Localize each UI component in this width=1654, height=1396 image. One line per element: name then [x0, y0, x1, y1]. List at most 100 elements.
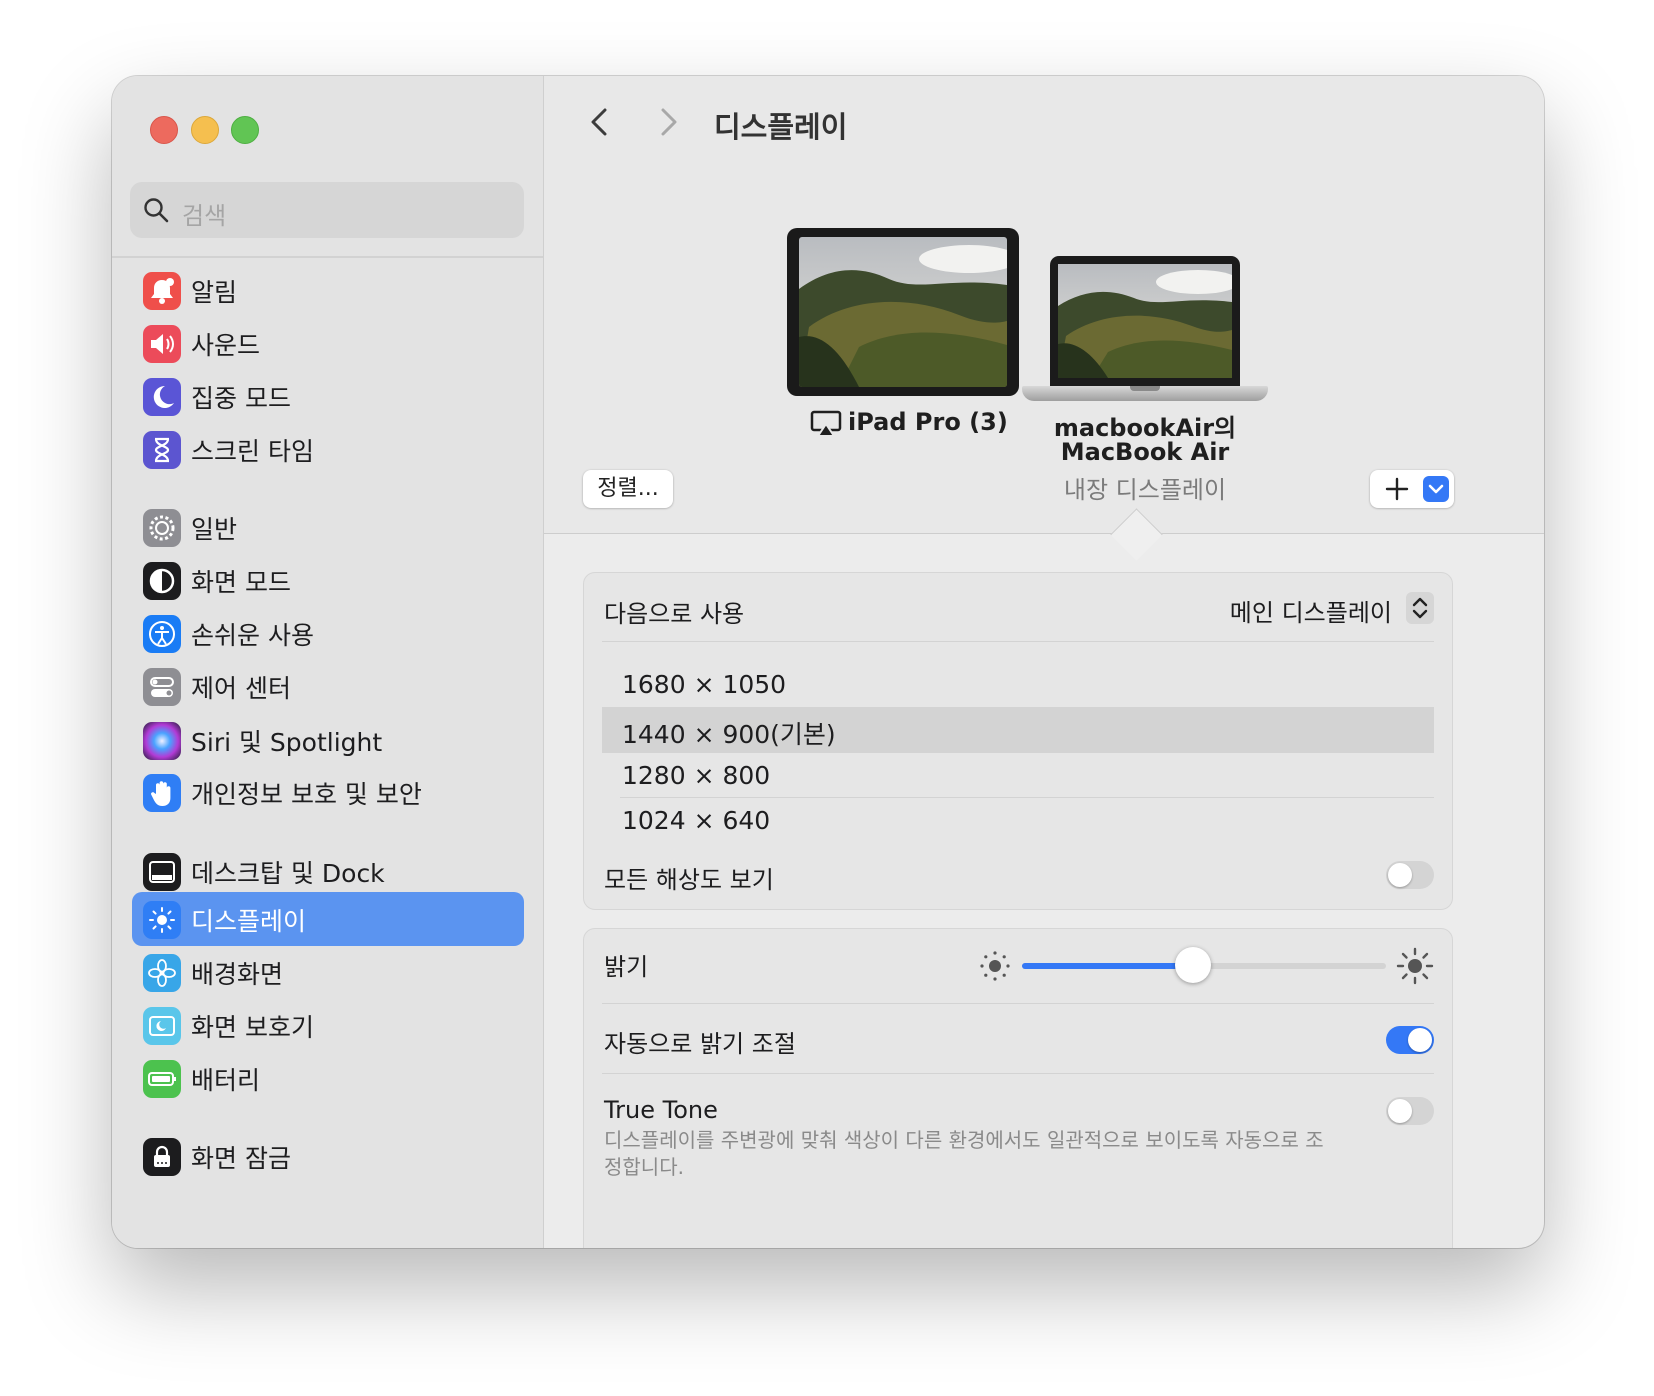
sun-icon [143, 901, 181, 939]
macbook-wallpaper [1058, 264, 1232, 378]
sidebar: 검색 알림 사운드 집중 모드 스크린 타임 일반 화면 모드 손쉬운 사용 제… [112, 76, 544, 1248]
minimize-window-button[interactable] [191, 116, 219, 144]
sidebar-item-label: 화면 모드 [191, 568, 291, 597]
accessibility-icon [143, 615, 181, 653]
resolution-option[interactable]: 1680 × 1050 [602, 662, 1434, 708]
sidebar-item-displays[interactable]: 디스플레이 [132, 892, 524, 946]
resolution-option[interactable]: 1024 × 640 [602, 798, 1434, 844]
ipad-name: iPad Pro (3) [848, 408, 1008, 436]
brightness-label: 밝기 [604, 953, 649, 981]
system-settings-window: 검색 알림 사운드 집중 모드 스크린 타임 일반 화면 모드 손쉬운 사용 제… [112, 76, 1544, 1248]
use-as-popup-button[interactable] [1406, 592, 1434, 624]
resolution-option[interactable]: 1280 × 800 [602, 753, 1434, 799]
lock-icon [143, 1138, 181, 1176]
search-icon [144, 198, 169, 223]
sidebar-item-label: 사운드 [191, 331, 261, 360]
sidebar-item-privacy-security[interactable]: 개인정보 보호 및 보안 [132, 765, 524, 819]
sidebar-item-desktop-dock[interactable]: 데스크탑 및 Dock [132, 844, 524, 898]
sidebar-item-notifications[interactable]: 알림 [132, 263, 524, 317]
siri-icon [143, 722, 181, 760]
row-separator [602, 1073, 1434, 1074]
sidebar-item-label: 알림 [191, 278, 238, 307]
sidebar-item-label: Siri 및 Spotlight [191, 728, 383, 757]
add-display-menu-button[interactable] [1423, 476, 1449, 502]
brightness-high-icon [1396, 947, 1434, 985]
zoom-window-button[interactable] [231, 116, 259, 144]
arrangement-divider [544, 533, 1544, 534]
brightness-slider[interactable] [1022, 947, 1386, 983]
search-input[interactable]: 검색 [130, 182, 524, 238]
arrange-button[interactable]: 정렬... [583, 470, 673, 508]
page-title: 디스플레이 [714, 110, 848, 144]
sidebar-item-screen-saver[interactable]: 화면 보호기 [132, 998, 524, 1052]
resolution-option-selected[interactable]: 1440 × 900(기본) [602, 707, 1434, 753]
sidebar-item-label: 데스크탑 및 Dock [191, 859, 385, 888]
ipad-display-thumbnail[interactable] [787, 228, 1019, 396]
screensaver-icon [143, 1007, 181, 1045]
brightness-low-icon [980, 951, 1010, 981]
brightness-card: 밝기 자동으로 밝기 조절 True Tone 디스플레이를 주변광에 맞춰 색… [583, 928, 1453, 1248]
sidebar-item-lock-screen[interactable]: 화면 잠금 [132, 1129, 524, 1183]
bell-icon [143, 272, 181, 310]
main-panel: 디스플레이 iPad Pro (3) macbookAir의 MacBook A… [544, 76, 1544, 1248]
show-all-resolutions-toggle[interactable] [1386, 861, 1434, 889]
sidebar-item-battery[interactable]: 배터리 [132, 1051, 524, 1105]
sidebar-item-siri-spotlight[interactable]: Siri 및 Spotlight [132, 713, 524, 767]
appearance-icon [143, 562, 181, 600]
chevron-down-icon [1428, 484, 1444, 494]
auto-brightness-label: 자동으로 밝기 조절 [604, 1030, 796, 1058]
battery-icon [143, 1060, 181, 1098]
show-all-resolutions-label: 모든 해상도 보기 [604, 866, 774, 894]
forward-icon[interactable] [650, 104, 686, 140]
row-separator [602, 1003, 1434, 1004]
macbook-name-line2: MacBook Air [1060, 438, 1230, 466]
close-window-button[interactable] [150, 116, 178, 144]
sidebar-item-label: 집중 모드 [191, 384, 291, 413]
add-display-button[interactable] [1370, 470, 1454, 508]
dock-icon [143, 853, 181, 891]
hourglass-icon [143, 431, 181, 469]
sidebar-item-accessibility[interactable]: 손쉬운 사용 [132, 606, 524, 660]
sidebar-item-label: 손쉬운 사용 [191, 621, 314, 650]
macbook-subtitle: 내장 디스플레이 [1063, 476, 1227, 504]
macbook-notch [1130, 386, 1160, 391]
sidebar-item-wallpaper[interactable]: 배경화면 [132, 945, 524, 999]
sidebar-item-label: 디스플레이 [191, 907, 307, 936]
sidebar-item-label: 배터리 [191, 1066, 261, 1095]
sidebar-divider [112, 256, 543, 258]
row-separator [602, 641, 1434, 642]
resolution-card: 다음으로 사용 메인 디스플레이 1680 × 1050 1440 × 900(… [583, 572, 1453, 910]
sidebar-item-sound[interactable]: 사운드 [132, 316, 524, 370]
sidebar-item-label: 화면 보호기 [191, 1013, 314, 1042]
ipad-wallpaper [799, 237, 1007, 387]
sidebar-item-label: 일반 [191, 515, 238, 544]
hand-icon [143, 774, 181, 812]
brightness-slider-thumb[interactable] [1175, 947, 1212, 983]
sidebar-item-label: 배경화면 [191, 960, 284, 989]
true-tone-label: True Tone [604, 1096, 718, 1124]
auto-brightness-toggle[interactable] [1386, 1026, 1434, 1054]
search-placeholder: 검색 [182, 202, 227, 230]
up-down-chevron-icon [1412, 597, 1428, 619]
speaker-icon [143, 325, 181, 363]
gear-icon [143, 509, 181, 547]
moon-icon [143, 378, 181, 416]
sidebar-item-label: 제어 센터 [191, 674, 291, 703]
sidebar-item-label: 화면 잠금 [191, 1144, 291, 1173]
sidebar-item-control-center[interactable]: 제어 센터 [132, 659, 524, 713]
sidebar-item-label: 스크린 타임 [191, 437, 314, 466]
control-center-icon [143, 668, 181, 706]
use-as-label: 다음으로 사용 [604, 600, 745, 628]
true-tone-description: 디스플레이를 주변광에 맞춰 색상이 다른 환경에서도 일관적으로 보이도록 자… [604, 1128, 1324, 1179]
sidebar-item-appearance[interactable]: 화면 모드 [132, 553, 524, 607]
sidebar-item-general[interactable]: 일반 [132, 500, 524, 554]
sidebar-item-screen-time[interactable]: 스크린 타임 [132, 422, 524, 476]
macbook-display-thumbnail[interactable] [1050, 256, 1240, 386]
true-tone-toggle[interactable] [1386, 1097, 1434, 1125]
plus-icon [1385, 477, 1409, 501]
sidebar-item-focus[interactable]: 집중 모드 [132, 369, 524, 423]
back-icon[interactable] [582, 104, 618, 140]
airplay-icon [810, 410, 842, 437]
use-as-value[interactable]: 메인 디스플레이 [1230, 593, 1392, 628]
brightness-slider-fill [1022, 963, 1194, 969]
